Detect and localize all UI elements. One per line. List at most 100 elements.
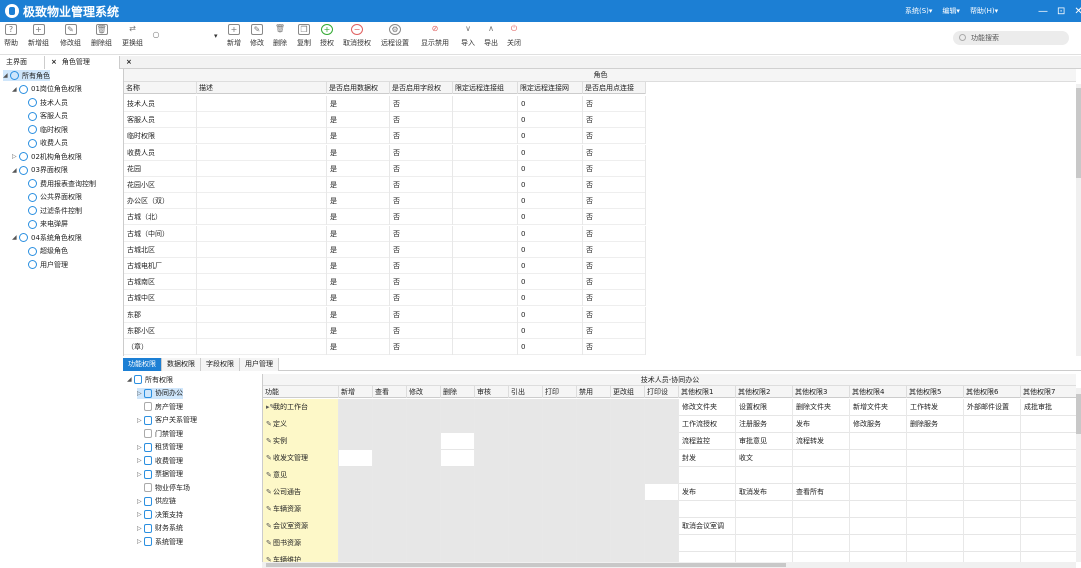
role-tree-node[interactable]: 收费人员: [21, 138, 68, 149]
other-permission-cell[interactable]: [736, 518, 793, 535]
other-permission-cell[interactable]: [793, 467, 850, 484]
other-permission-cell[interactable]: [679, 535, 736, 552]
other-permission-cell[interactable]: [736, 535, 793, 552]
permission-checkbox-cell[interactable]: [441, 450, 475, 467]
tree-expand-icon[interactable]: ▷: [137, 471, 144, 478]
permission-checkbox-cell[interactable]: [611, 416, 645, 433]
permission-checkbox-cell[interactable]: [543, 416, 577, 433]
tree-expand-icon[interactable]: ◢: [12, 167, 19, 174]
permission-checkbox-cell[interactable]: [645, 535, 679, 552]
table-row[interactable]: 东郡是否 0 否: [124, 306, 646, 323]
permission-grid-column-header[interactable]: 禁用: [577, 386, 611, 398]
tab-extra-close[interactable]: ×: [120, 56, 143, 69]
other-permission-cell[interactable]: 查看所有: [793, 484, 850, 501]
permission-grid-scrollbar[interactable]: [1076, 388, 1081, 562]
permission-checkbox-cell[interactable]: [441, 433, 475, 450]
permission-checkbox-cell[interactable]: [475, 416, 509, 433]
permission-checkbox-cell[interactable]: [339, 535, 373, 552]
other-permission-cell[interactable]: [907, 467, 964, 484]
permission-checkbox-cell[interactable]: [373, 433, 407, 450]
permission-checkbox-cell[interactable]: [543, 450, 577, 467]
function-tree-node[interactable]: ▷ 租赁管理: [137, 442, 183, 453]
permission-checkbox-cell[interactable]: [543, 518, 577, 535]
permission-checkbox-cell[interactable]: [577, 450, 611, 467]
permission-grid-column-header[interactable]: 其他权限6: [964, 386, 1021, 398]
permission-checkbox-cell[interactable]: [339, 518, 373, 535]
role-grid-column-header[interactable]: 限定远程连接组: [453, 82, 518, 94]
function-search-input[interactable]: 功能搜索: [953, 31, 1069, 45]
permission-checkbox-cell[interactable]: [475, 535, 509, 552]
tab-field-permissions[interactable]: 字段权限: [201, 358, 240, 371]
permission-checkbox-cell[interactable]: [611, 501, 645, 518]
function-name-cell[interactable]: ✎车辆资源: [263, 501, 339, 518]
permission-checkbox-cell[interactable]: [475, 518, 509, 535]
edit-group-button[interactable]: ✎ 修改组: [60, 24, 81, 48]
menu-system[interactable]: 系统(S)▾: [905, 6, 932, 16]
tree-expand-icon[interactable]: ◢: [3, 72, 10, 79]
permission-checkbox-cell[interactable]: [645, 450, 679, 467]
permission-checkbox-cell[interactable]: [509, 484, 543, 501]
tab-user-management[interactable]: 用户管理: [240, 358, 279, 371]
new-button[interactable]: + 新增: [227, 24, 241, 48]
other-permission-cell[interactable]: [964, 467, 1021, 484]
permission-grid-column-header[interactable]: 打印: [543, 386, 577, 398]
table-row[interactable]: 古城北区是否 0 否: [124, 241, 646, 258]
other-permission-cell[interactable]: [907, 450, 964, 467]
permission-checkbox-cell[interactable]: [509, 535, 543, 552]
permission-checkbox-cell[interactable]: [373, 535, 407, 552]
permission-checkbox-cell[interactable]: [611, 450, 645, 467]
function-tree-node[interactable]: ▷ 供应链: [137, 496, 176, 507]
other-permission-cell[interactable]: [964, 416, 1021, 433]
permission-checkbox-cell[interactable]: [577, 399, 611, 416]
table-row[interactable]: 古城电机厂是否 0 否: [124, 258, 646, 274]
other-permission-cell[interactable]: 发布: [793, 416, 850, 433]
permission-checkbox-cell[interactable]: [407, 416, 441, 433]
function-tree-node[interactable]: ▷ 协同办公: [137, 387, 183, 399]
permission-checkbox-cell[interactable]: [577, 484, 611, 501]
role-grid-scrollbar[interactable]: [1076, 84, 1081, 356]
other-permission-cell[interactable]: [964, 450, 1021, 467]
other-permission-cell[interactable]: [793, 450, 850, 467]
function-tree-node[interactable]: ▷ 决策支持: [137, 509, 183, 520]
role-grid-column-header[interactable]: 限定远程连接网: [518, 82, 583, 94]
other-permission-cell[interactable]: [850, 433, 907, 450]
function-tree-node[interactable]: ▷ 系统管理: [137, 536, 183, 547]
permission-checkbox-cell[interactable]: [577, 518, 611, 535]
other-permission-cell[interactable]: 工作流授权: [679, 416, 736, 433]
permission-checkbox-cell[interactable]: [373, 501, 407, 518]
role-grid-column-header[interactable]: 名称: [124, 82, 197, 94]
other-permission-cell[interactable]: [1021, 501, 1076, 518]
permission-checkbox-cell[interactable]: [543, 399, 577, 416]
permission-checkbox-cell[interactable]: [577, 416, 611, 433]
table-row[interactable]: ✎图书资源: [263, 535, 1076, 552]
other-permission-cell[interactable]: [964, 535, 1021, 552]
function-tree-node[interactable]: ▷ 票据管理: [137, 469, 183, 480]
permission-grid-column-header[interactable]: 功能: [263, 386, 339, 398]
edit-button[interactable]: ✎ 修改: [250, 24, 264, 48]
other-permission-cell[interactable]: 发布: [679, 484, 736, 501]
permission-grid-hscrollbar[interactable]: [262, 562, 1076, 568]
other-permission-cell[interactable]: [850, 518, 907, 535]
table-row[interactable]: 花园是否 0 否: [124, 160, 646, 177]
other-permission-cell[interactable]: [1021, 484, 1076, 501]
permission-grid-column-header[interactable]: 其他权限3: [793, 386, 850, 398]
permission-checkbox-cell[interactable]: [611, 399, 645, 416]
other-permission-cell[interactable]: 修改服务: [850, 416, 907, 433]
other-permission-cell[interactable]: 收文: [736, 450, 793, 467]
permission-grid-column-header[interactable]: 修改: [407, 386, 441, 398]
tree-expand-icon[interactable]: ▷: [137, 417, 144, 424]
tree-expand-icon[interactable]: ◢: [12, 234, 19, 241]
other-permission-cell[interactable]: 注册服务: [736, 416, 793, 433]
permission-checkbox-cell[interactable]: [339, 450, 373, 467]
permission-grid-column-header[interactable]: 其他权限7: [1021, 386, 1076, 398]
permission-checkbox-cell[interactable]: [441, 399, 475, 416]
permission-checkbox-cell[interactable]: [645, 467, 679, 484]
role-tree-node[interactable]: 公共界面权限: [21, 192, 82, 203]
delete-group-button[interactable]: 🗑 删除组: [91, 24, 112, 48]
tree-expand-icon[interactable]: ▷: [137, 444, 144, 451]
role-grid-column-header[interactable]: 描述: [197, 82, 327, 94]
other-permission-cell[interactable]: 流程监控: [679, 433, 736, 450]
tab-data-permissions[interactable]: 数据权限: [162, 358, 201, 371]
permission-checkbox-cell[interactable]: [339, 467, 373, 484]
other-permission-cell[interactable]: [679, 467, 736, 484]
